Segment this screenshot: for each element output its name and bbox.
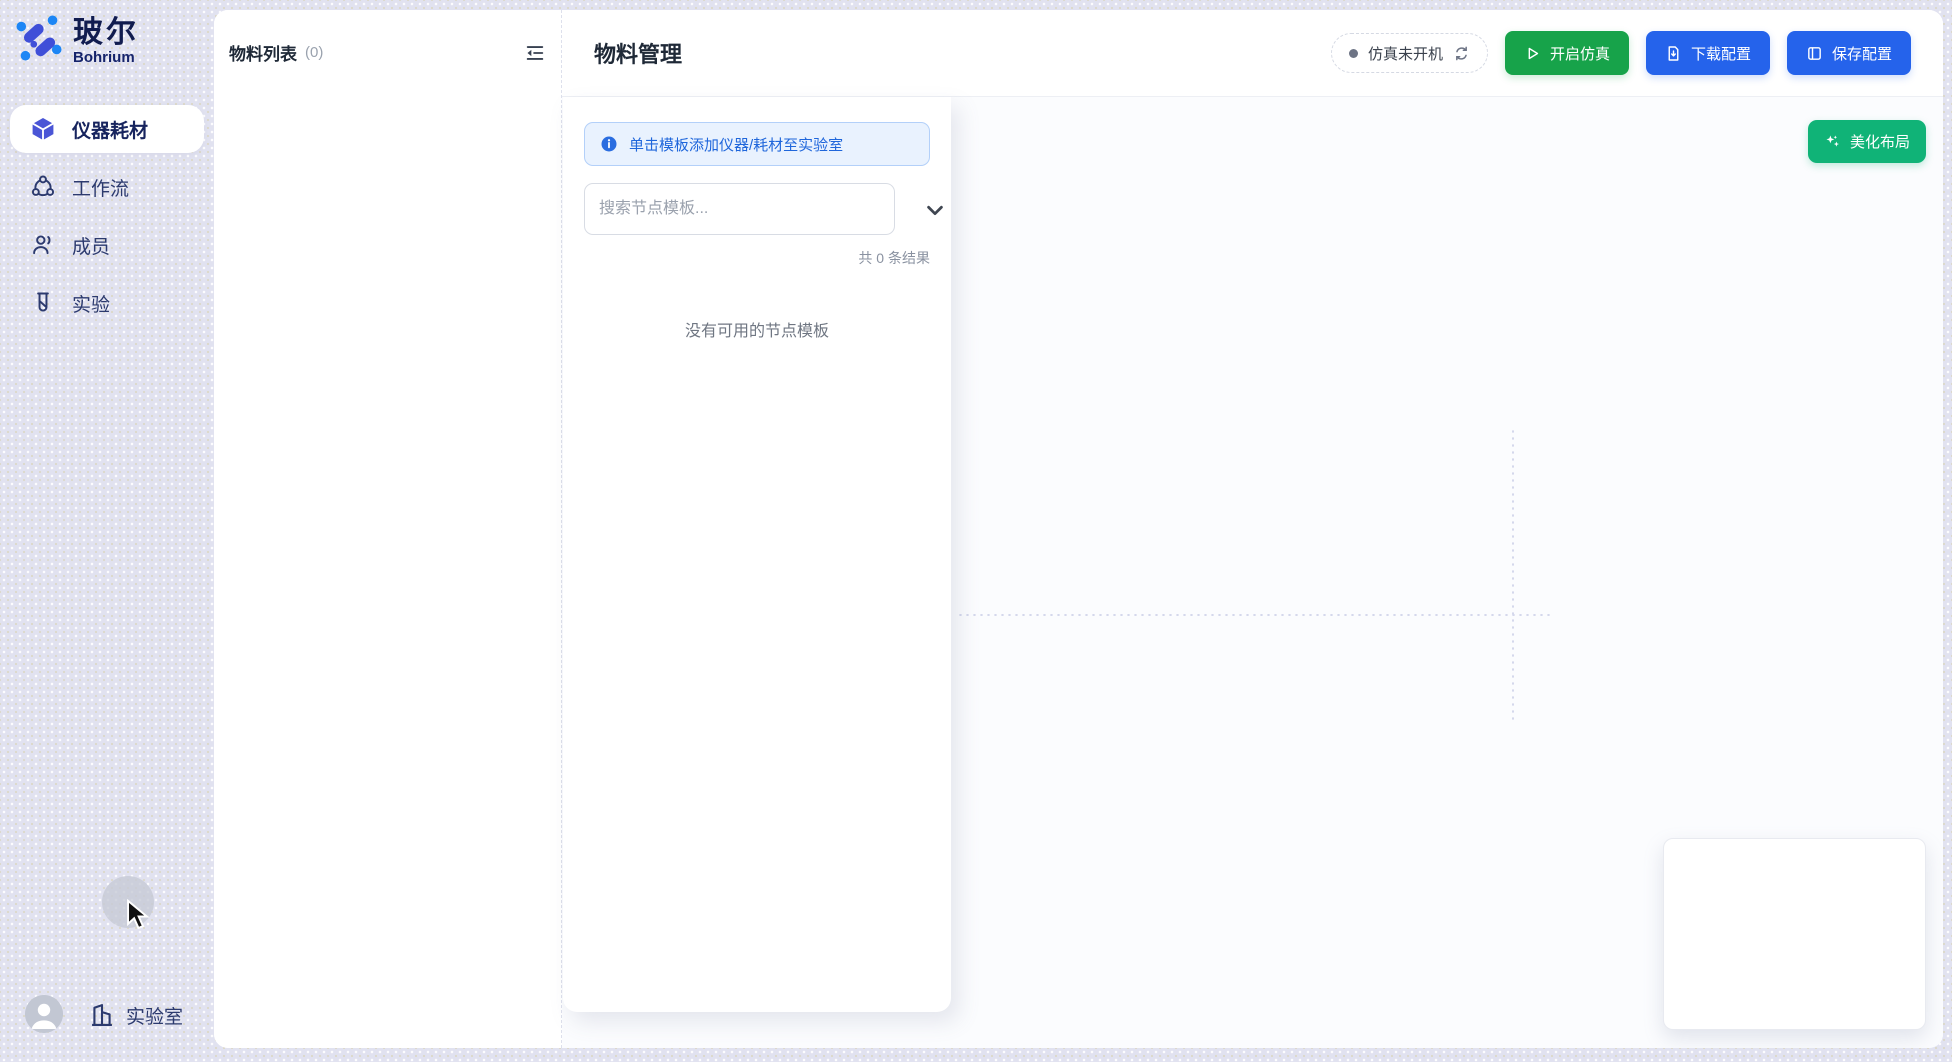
layout-canvas[interactable]: 单击模板添加仪器/耗材至实验室 共 0 条结果 没有可用的节点模板 美化布 [562,97,1943,1048]
materials-list-header: 物料列表 (0) [214,10,561,65]
header-actions: 仿真未开机 开启仿真 [1331,31,1911,75]
templates-hint-text: 单击模板添加仪器/耗材至实验室 [629,134,843,155]
sidebar-item-label: 工作流 [72,174,129,201]
play-icon [1524,45,1541,62]
start-simulation-label: 开启仿真 [1550,43,1610,64]
building-icon [88,1001,116,1029]
sidebar-item-lab[interactable]: 实验室 [88,1001,183,1029]
materials-list-panel: 物料列表 (0) [214,10,561,1048]
save-config-label: 保存配置 [1832,43,1892,64]
sidebar-item-label: 仪器耗材 [72,116,148,143]
sidebar-item-members[interactable]: 成员 [10,221,204,269]
beautify-layout-button[interactable]: 美化布局 [1808,120,1926,163]
menu-fold-icon [524,42,546,64]
save-config-button[interactable]: 保存配置 [1787,31,1911,75]
user-avatar[interactable] [25,995,63,1033]
start-simulation-button[interactable]: 开启仿真 [1505,31,1629,75]
canvas-guide-horizontal [957,614,1551,616]
status-dot-icon [1349,49,1358,58]
refresh-icon[interactable] [1453,45,1470,62]
main-card: 物料列表 (0) 物料管理 仿真未开机 [214,10,1943,1048]
sparkles-icon [1824,133,1841,150]
canvas-guide-vertical [1512,428,1514,720]
cube-icon [30,116,56,142]
sidebar-item-workflow[interactable]: 工作流 [10,163,204,211]
beautify-layout-label: 美化布局 [1850,131,1910,152]
minimap[interactable] [1663,838,1926,1030]
sidebar: 玻尔 Bohrium 仪器耗材 工作流 [0,0,214,1062]
sidebar-item-label: 实验 [72,290,110,317]
brand-logo[interactable]: 玻尔 Bohrium [14,13,139,66]
experiment-icon [30,290,56,316]
brand-text: 玻尔 Bohrium [73,17,139,66]
brand-name-cn: 玻尔 [73,17,139,49]
simulation-status-pill[interactable]: 仿真未开机 [1331,33,1488,73]
download-config-label: 下载配置 [1691,43,1751,64]
templates-search-row [584,183,930,235]
sidebar-menu: 仪器耗材 工作流 成员 实验 [0,105,214,337]
mouse-cursor-icon [124,899,154,933]
download-icon [1665,45,1682,62]
info-icon [600,135,618,153]
brand-name-en: Bohrium [73,49,139,66]
node-templates-panel: 单击模板添加仪器/耗材至实验室 共 0 条结果 没有可用的节点模板 [563,97,951,1012]
materials-list-count: (0) [305,44,323,61]
page-title: 物料管理 [594,37,682,69]
lab-label: 实验室 [126,1002,183,1029]
workflow-icon [30,174,56,200]
empty-templates-text: 没有可用的节点模板 [563,317,951,341]
sidebar-item-label: 成员 [72,232,110,259]
search-input[interactable] [584,183,895,235]
download-config-button[interactable]: 下载配置 [1646,31,1770,75]
main-column: 物料管理 仿真未开机 开启仿真 [561,10,1943,1048]
members-icon [30,232,56,258]
save-icon [1806,45,1823,62]
simulation-status-label: 仿真未开机 [1368,43,1443,64]
templates-hint-banner: 单击模板添加仪器/耗材至实验室 [584,122,930,166]
chevron-down-icon[interactable] [924,199,946,221]
collapse-panel-button[interactable] [523,41,547,65]
search-result-count: 共 0 条结果 [563,248,951,268]
avatar-person-icon [25,995,63,1033]
bohrium-logo-icon [14,13,64,63]
sidebar-item-experiments[interactable]: 实验 [10,279,204,327]
materials-list-title: 物料列表 [229,40,297,65]
app-root: { "brand": { "name_cn": "玻尔", "name_en":… [0,0,1952,1062]
page-header: 物料管理 仿真未开机 开启仿真 [562,10,1943,97]
sidebar-item-instruments[interactable]: 仪器耗材 [10,105,204,153]
